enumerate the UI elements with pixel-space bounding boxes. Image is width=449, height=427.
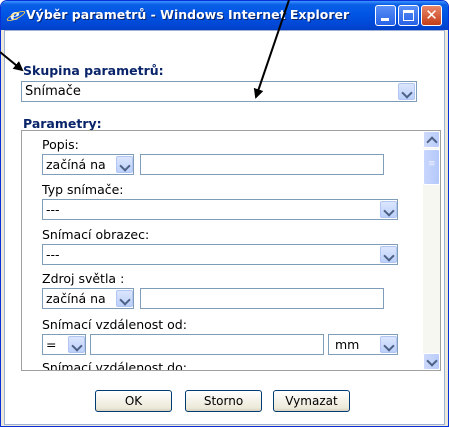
scroll-up-icon[interactable] (423, 131, 440, 148)
chevron-down-icon[interactable] (116, 156, 133, 173)
close-button[interactable]: ✕ (421, 5, 442, 26)
maximize-button[interactable] (398, 5, 419, 26)
typ-snimace-label: Typ snímače: (42, 182, 124, 197)
chevron-down-icon[interactable] (398, 83, 415, 100)
zdroj-svetla-operator-value: začíná na (46, 291, 106, 306)
popis-input[interactable] (140, 154, 384, 175)
parametry-label: Parametry: (23, 116, 102, 131)
ie-window: e Výběr parametrů - Windows Internet Exp… (0, 0, 449, 427)
zdroj-svetla-label: Zdroj světla : (42, 271, 125, 286)
skupina-label: Skupina parametrů: (23, 63, 164, 78)
vzdalenost-od-operator-select[interactable]: = (42, 334, 86, 355)
zdroj-svetla-input[interactable] (140, 288, 384, 309)
minimize-button[interactable] (375, 5, 396, 26)
parametry-scroll-area[interactable]: Popis: začíná na Typ snímače: --- Snímac… (21, 130, 441, 371)
chevron-down-icon[interactable] (380, 201, 397, 218)
vzdalenost-od-operator-value: = (46, 337, 57, 352)
popis-operator-select[interactable]: začíná na (42, 154, 134, 175)
chevron-down-icon[interactable] (380, 336, 397, 353)
typ-snimace-select[interactable]: --- (42, 199, 398, 220)
scroll-down-icon[interactable] (423, 353, 440, 370)
snimaci-obrazec-value: --- (46, 247, 60, 262)
title-bar[interactable]: e Výběr parametrů - Windows Internet Exp… (1, 1, 448, 30)
skupina-select[interactable]: Snímače (21, 81, 417, 102)
vymazat-button[interactable]: Vymazat (273, 390, 350, 412)
ok-button[interactable]: OK (95, 390, 172, 412)
popis-operator-value: začíná na (46, 157, 106, 172)
snimaci-vzdalenost-od-label: Snímací vzdálenost od: (42, 317, 187, 332)
chevron-down-icon[interactable] (68, 336, 85, 353)
skupina-selected-value: Snímače (25, 84, 81, 99)
vzdalenost-od-unit-value: mm (335, 337, 360, 352)
internet-explorer-icon: e (7, 7, 23, 23)
vertical-scrollbar[interactable] (423, 131, 440, 370)
zdroj-svetla-operator-select[interactable]: začíná na (42, 288, 134, 309)
chevron-down-icon[interactable] (380, 246, 397, 263)
maximize-icon (403, 10, 414, 21)
snimaci-obrazec-select[interactable]: --- (42, 244, 398, 265)
popis-label: Popis: (42, 137, 79, 152)
scrollbar-thumb[interactable] (423, 149, 440, 185)
chevron-down-icon[interactable] (116, 290, 133, 307)
snimaci-vzdalenost-do-label: Snímací vzdálenost do: (42, 360, 187, 371)
vzdalenost-od-unit-select[interactable]: mm (328, 334, 398, 355)
storno-button[interactable]: Storno (185, 390, 262, 412)
snimaci-obrazec-label: Snímací obrazec: (42, 227, 150, 242)
window-title: Výběr parametrů - Windows Internet Explo… (26, 7, 350, 22)
close-icon: ✕ (425, 6, 438, 24)
vzdalenost-od-input[interactable] (90, 334, 324, 355)
typ-snimace-value: --- (46, 202, 60, 217)
minimize-icon (381, 18, 389, 21)
